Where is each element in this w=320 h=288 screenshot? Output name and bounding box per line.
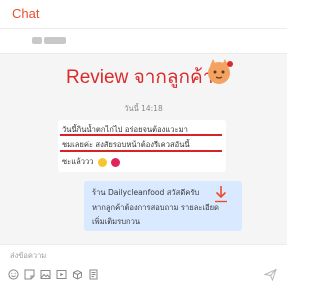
contact-bar[interactable] [0, 29, 287, 54]
incoming-message-line: ซะแล้ววว [62, 156, 121, 168]
chat-window: Chat Review จากลูกค้า วันนี้ 14:18 วันนี… [0, 0, 287, 288]
contact-avatar [32, 37, 42, 44]
review-banner-text: Review จากลูกค้า [66, 67, 214, 88]
highlight-underline [60, 134, 222, 136]
chat-header: Chat [0, 0, 287, 29]
product-icon[interactable] [72, 269, 83, 280]
sticker-icon[interactable] [24, 269, 35, 280]
order-icon[interactable] [88, 269, 99, 280]
send-icon[interactable] [264, 268, 277, 281]
outgoing-message-line: เพิ่มเติมรบกวน [92, 217, 141, 226]
smile-emoji-icon [98, 157, 107, 167]
outgoing-message-line: หากลูกค้าต้องการสอบถาม รายละเอียด [92, 203, 219, 212]
outgoing-message-bubble[interactable]: ร้าน Dailycleanfood สวัสดีครับ หากลูกค้า… [84, 181, 242, 231]
cat-sticker-icon [208, 59, 233, 84]
incoming-message-text: ซะแล้ววว [62, 157, 94, 166]
message-composer[interactable]: ส่งข้อความ [0, 244, 287, 288]
message-list[interactable]: Review จากลูกค้า วันนี้ 14:18 วันนี้กินน… [0, 54, 287, 244]
emoji-icon[interactable] [8, 269, 19, 280]
heart-emoji-icon [111, 157, 121, 167]
highlight-underline [60, 150, 222, 152]
outgoing-message-line: ร้าน Dailycleanfood สวัสดีครับ [92, 188, 200, 197]
message-input[interactable]: ส่งข้อความ [10, 250, 46, 262]
image-icon[interactable] [40, 269, 51, 280]
contact-name [44, 37, 66, 44]
chat-title: Chat [12, 6, 40, 21]
message-timestamp: วันนี้ 14:18 [124, 104, 163, 113]
video-icon[interactable] [56, 269, 67, 280]
incoming-message-bubble[interactable]: วันนี้กินน้ำตกไก่ไป อร่อยจนต้องแวะมา ชมเ… [58, 120, 226, 172]
download-arrow-icon[interactable] [214, 185, 228, 203]
